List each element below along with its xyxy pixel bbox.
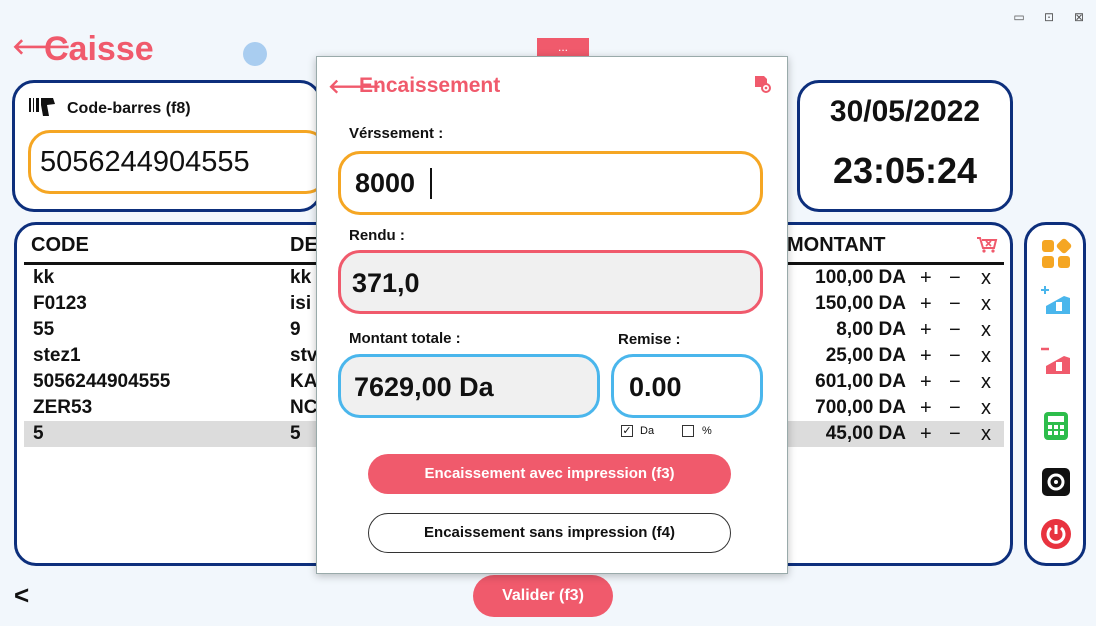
cash-in-icon[interactable] [1040, 284, 1072, 316]
power-icon[interactable] [1040, 518, 1072, 550]
encaissement-without-print-button[interactable]: Encaissement sans impression (f4) [368, 513, 731, 553]
table-row-designation[interactable]: kk [290, 265, 311, 291]
decrement-button[interactable]: − [949, 369, 961, 395]
rendu-label: Rendu : [349, 227, 405, 244]
close-button[interactable]: ⊠ [1070, 10, 1088, 24]
remove-item-button[interactable]: x [981, 421, 991, 447]
remove-item-button[interactable]: x [981, 291, 991, 317]
column-header-code: CODE [31, 234, 89, 256]
increment-button[interactable]: + [920, 265, 932, 291]
remise-da-checkbox[interactable]: ✓ [621, 425, 633, 437]
decrement-button[interactable]: − [949, 317, 961, 343]
remise-da-label: Da [640, 425, 655, 437]
decrement-button[interactable]: − [949, 291, 961, 317]
table-row-code[interactable]: 5056244904555 [33, 369, 170, 395]
current-time: 23:05:24 [832, 150, 978, 191]
current-date: 30/05/2022 [829, 95, 981, 128]
table-row-montant: 45,00 DA [825, 423, 906, 444]
modal-title: Encaissement [359, 74, 501, 97]
table-row-code[interactable]: 5 [33, 421, 44, 447]
table-row-code[interactable]: kk [33, 265, 54, 291]
table-row-code[interactable]: stez1 [33, 343, 81, 369]
decrement-button[interactable]: − [949, 421, 961, 447]
table-row-montant: 25,00 DA [825, 345, 906, 366]
increment-button[interactable]: + [920, 317, 932, 343]
page-title: Caisse [44, 30, 154, 68]
versement-value: 8000 [355, 168, 416, 198]
text-caret [430, 168, 432, 199]
table-row-designation[interactable]: KA [290, 369, 317, 395]
remove-item-button[interactable]: x [981, 317, 991, 343]
table-row-designation[interactable]: stv [290, 343, 317, 369]
table-row-designation[interactable]: 5 [290, 421, 301, 447]
validate-button[interactable]: Valider (f3) [473, 575, 613, 617]
encaissement-with-print-button[interactable]: Encaissement avec impression (f3) [368, 454, 731, 494]
side-toolbar [1024, 222, 1086, 566]
remise-percent-checkbox[interactable] [682, 425, 694, 437]
maximize-button[interactable]: ⊡ [1040, 10, 1058, 24]
remove-item-button[interactable]: x [981, 369, 991, 395]
barcode-value: 5056244904555 [40, 146, 250, 178]
montant-totale-label: Montant totale : [349, 330, 461, 347]
cash-out-icon[interactable] [1040, 344, 1072, 376]
table-row-montant: 8,00 DA [836, 319, 906, 340]
versement-label: Vérssement : [349, 125, 444, 142]
table-row-montant: 100,00 DA [815, 267, 906, 288]
calculator-icon[interactable] [1040, 410, 1072, 442]
barcode-label: Code-barres (f8) [67, 100, 191, 117]
categories-icon[interactable] [1040, 238, 1072, 270]
decrement-button[interactable]: − [949, 395, 961, 421]
column-header-montant: MONTANT [787, 234, 886, 256]
receipt-settings-icon[interactable] [753, 75, 771, 93]
table-row-designation[interactable]: NC [290, 395, 317, 421]
decrement-button[interactable]: − [949, 343, 961, 369]
increment-button[interactable]: + [920, 291, 932, 317]
increment-button[interactable]: + [920, 421, 932, 447]
back-button[interactable]: < [14, 580, 29, 611]
remove-item-button[interactable]: x [981, 265, 991, 291]
table-row-designation[interactable]: isi [290, 291, 311, 317]
cash-drawer-icon[interactable] [1040, 466, 1072, 498]
table-row-code[interactable]: F0123 [33, 291, 87, 317]
table-row-montant: 601,00 DA [815, 371, 906, 392]
table-row-code[interactable]: 55 [33, 317, 54, 343]
minimize-button[interactable]: ▭ [1010, 10, 1028, 24]
montant-totale-value: 7629,00 Da [354, 372, 494, 402]
barcode-scanner-icon [29, 98, 55, 116]
remise-label: Remise : [618, 331, 681, 348]
table-row-code[interactable]: ZER53 [33, 395, 92, 421]
increment-button[interactable]: + [920, 343, 932, 369]
decrement-button[interactable]: − [949, 265, 961, 291]
menu-tab[interactable]: ... [537, 38, 589, 56]
increment-button[interactable]: + [920, 395, 932, 421]
increment-button[interactable]: + [920, 369, 932, 395]
table-row-designation[interactable]: 9 [290, 317, 301, 343]
table-row-montant: 700,00 DA [815, 397, 906, 418]
remise-percent-label: % [702, 425, 712, 437]
rendu-value: 371,0 [352, 268, 420, 298]
status-dot [243, 42, 267, 66]
clear-cart-icon[interactable] [976, 236, 998, 254]
column-header-designation: DE [290, 234, 318, 256]
table-row-montant: 150,00 DA [815, 293, 906, 314]
remove-item-button[interactable]: x [981, 395, 991, 421]
remove-item-button[interactable]: x [981, 343, 991, 369]
remise-value: 0.00 [629, 372, 682, 402]
